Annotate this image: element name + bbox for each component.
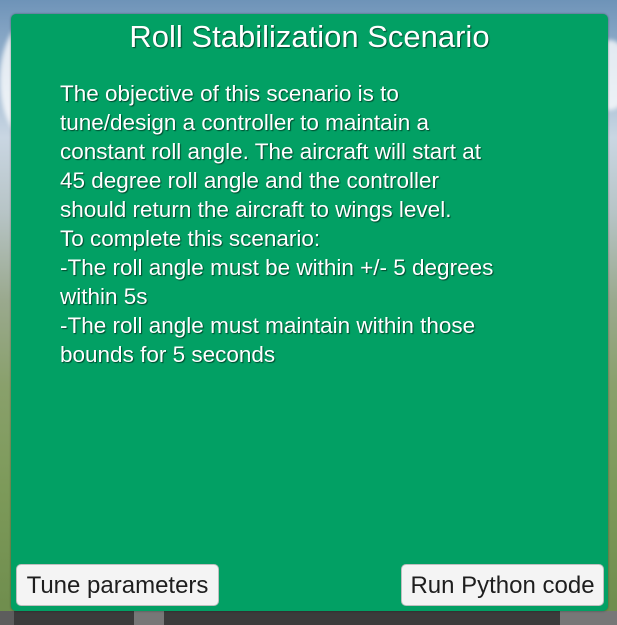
toolbar-segment: [134, 611, 164, 625]
run-python-code-button[interactable]: Run Python code: [401, 564, 604, 606]
description-line: constant roll angle. The aircraft will s…: [60, 139, 482, 164]
toolbar-segment: [560, 611, 617, 625]
toolbar-segment: [0, 611, 14, 625]
description-line: To complete this scenario:: [60, 226, 321, 251]
dialog-title: Roll Stabilization Scenario: [129, 19, 490, 54]
description-line: should return the aircraft to wings leve…: [60, 197, 452, 222]
description-line: The objective of this scenario is to: [60, 81, 399, 106]
description-line: tune/design a controller to maintain a: [60, 110, 429, 135]
description-line: within 5s: [60, 284, 148, 309]
description-line: bounds for 5 seconds: [60, 342, 276, 367]
description-line: -The roll angle must be within +/- 5 deg…: [60, 255, 494, 280]
tune-parameters-button[interactable]: Tune parameters: [16, 564, 219, 606]
scenario-dialog: Roll Stabilization Scenario The objectiv…: [11, 14, 608, 611]
bottom-toolbar-strip: [0, 611, 617, 625]
description-line: 45 degree roll angle and the controller: [60, 168, 440, 193]
description-line: -The roll angle must maintain within tho…: [60, 313, 476, 338]
scenario-description: The objective of this scenario is to tun…: [60, 79, 560, 369]
